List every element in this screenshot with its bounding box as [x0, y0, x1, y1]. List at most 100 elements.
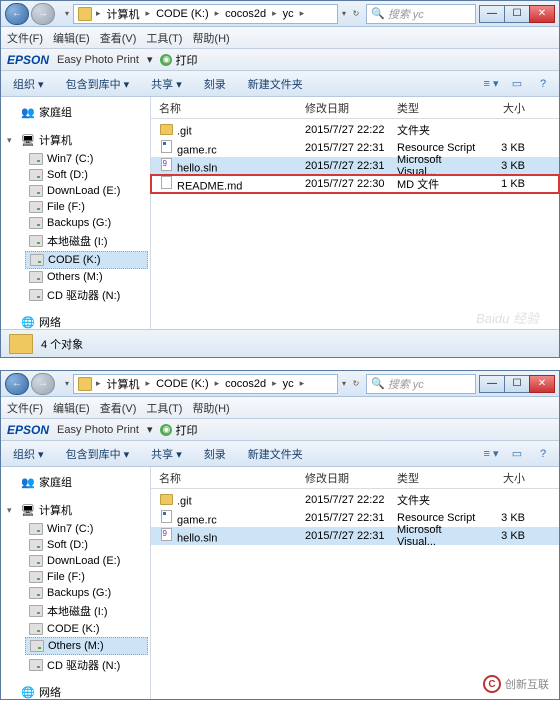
- tree-item-drive[interactable]: Win7 (C:): [25, 151, 148, 167]
- menu-item[interactable]: 工具(T): [146, 400, 182, 416]
- search-input[interactable]: 🔍搜索 yc: [366, 374, 476, 394]
- chevron-right-icon[interactable]: ▸: [144, 378, 153, 389]
- print-button[interactable]: ◉打印: [160, 52, 197, 68]
- column-header-date[interactable]: 修改日期: [305, 470, 397, 486]
- column-header-size[interactable]: 大小: [477, 470, 525, 486]
- close-button[interactable]: ✕: [529, 5, 555, 23]
- breadcrumb-part[interactable]: cocos2d: [223, 8, 268, 20]
- tree-item-drive[interactable]: File (F:): [25, 569, 148, 585]
- file-row[interactable]: .git2015/7/27 22:22文件夹: [151, 491, 559, 509]
- file-row[interactable]: game.rc2015/7/27 22:31Resource Script3 K…: [151, 139, 559, 157]
- minimize-button[interactable]: —: [479, 5, 505, 23]
- chevron-right-icon[interactable]: ▸: [298, 8, 307, 19]
- menu-item[interactable]: 帮助(H): [192, 400, 229, 416]
- tree-item-drive[interactable]: Others (M:): [25, 269, 148, 285]
- tree-item-drive[interactable]: Others (M:): [25, 637, 148, 655]
- file-row[interactable]: .git2015/7/27 22:22文件夹: [151, 121, 559, 139]
- preview-pane-icon[interactable]: ▭: [507, 75, 527, 93]
- tree-item-drive[interactable]: Win7 (C:): [25, 521, 148, 537]
- chevron-right-icon[interactable]: ▸: [94, 378, 103, 389]
- tree-item-drive[interactable]: CD 驱动器 (N:): [25, 655, 148, 675]
- help-icon[interactable]: ?: [533, 445, 553, 463]
- breadcrumb-part[interactable]: yc: [281, 8, 296, 20]
- chevron-right-icon[interactable]: ▸: [270, 378, 279, 389]
- chevron-right-icon[interactable]: ▸: [94, 8, 103, 19]
- tree-item-computer[interactable]: ▾🖥计算机: [3, 499, 148, 521]
- tree-item-drive[interactable]: 本地磁盘 (I:): [25, 601, 148, 621]
- command-item[interactable]: 共享 ▾: [145, 443, 188, 465]
- menu-item[interactable]: 查看(V): [100, 30, 137, 46]
- tree-item-network[interactable]: 🌐网络: [3, 311, 148, 329]
- breadcrumb-part[interactable]: CODE (K:): [154, 8, 211, 20]
- command-item[interactable]: 包含到库中 ▾: [60, 443, 136, 465]
- breadcrumb-part[interactable]: CODE (K:): [154, 378, 211, 390]
- tree-item-drive[interactable]: CD 驱动器 (N:): [25, 285, 148, 305]
- view-options-icon[interactable]: ≡ ▾: [481, 75, 501, 93]
- column-header-type[interactable]: 类型: [397, 470, 477, 486]
- menu-item[interactable]: 工具(T): [146, 30, 182, 46]
- chevron-right-icon[interactable]: ▸: [213, 8, 222, 19]
- menu-item[interactable]: 文件(F): [7, 400, 43, 416]
- file-row[interactable]: game.rc2015/7/27 22:31Resource Script3 K…: [151, 509, 559, 527]
- refresh-dropdown[interactable]: ▾: [338, 3, 350, 25]
- history-dropdown[interactable]: ▾: [61, 3, 73, 25]
- menu-item[interactable]: 编辑(E): [53, 400, 90, 416]
- menu-item[interactable]: 查看(V): [100, 400, 137, 416]
- back-button[interactable]: ←: [5, 373, 29, 395]
- tree-item-network[interactable]: 🌐网络: [3, 681, 148, 699]
- tree-item-drive[interactable]: DownLoad (E:): [25, 553, 148, 569]
- chevron-right-icon[interactable]: ▸: [144, 8, 153, 19]
- refresh-button[interactable]: ↻: [350, 3, 362, 25]
- tree-item-drive[interactable]: CODE (K:): [25, 621, 148, 637]
- print-button[interactable]: ◉打印: [160, 422, 197, 438]
- tree-item-homegroup[interactable]: 👥家庭组: [3, 101, 148, 123]
- tree-item-drive[interactable]: 本地磁盘 (I:): [25, 231, 148, 251]
- forward-button[interactable]: →: [31, 373, 55, 395]
- tree-item-drive[interactable]: Soft (D:): [25, 537, 148, 553]
- maximize-button[interactable]: ☐: [504, 375, 530, 393]
- refresh-dropdown[interactable]: ▾: [338, 373, 350, 395]
- history-dropdown[interactable]: ▾: [61, 373, 73, 395]
- tree-item-drive[interactable]: Backups (G:): [25, 215, 148, 231]
- command-item[interactable]: 包含到库中 ▾: [60, 73, 136, 95]
- file-row[interactable]: README.md2015/7/27 22:30MD 文件1 KB: [151, 175, 559, 193]
- forward-button[interactable]: →: [31, 3, 55, 25]
- minimize-button[interactable]: —: [479, 375, 505, 393]
- tree-item-computer[interactable]: ▾🖥计算机: [3, 129, 148, 151]
- column-header-name[interactable]: 名称: [155, 470, 305, 486]
- file-row[interactable]: hello.sln2015/7/27 22:31Microsoft Visual…: [151, 157, 559, 175]
- column-header-size[interactable]: 大小: [477, 100, 525, 116]
- tree-item-drive[interactable]: CODE (K:): [25, 251, 148, 269]
- breadcrumb-part[interactable]: yc: [281, 378, 296, 390]
- expander-icon[interactable]: ▾: [7, 505, 17, 516]
- chevron-right-icon[interactable]: ▸: [270, 8, 279, 19]
- refresh-button[interactable]: ↻: [350, 373, 362, 395]
- chevron-right-icon[interactable]: ▸: [213, 378, 222, 389]
- menu-item[interactable]: 文件(F): [7, 30, 43, 46]
- close-button[interactable]: ✕: [529, 375, 555, 393]
- column-header-date[interactable]: 修改日期: [305, 100, 397, 116]
- command-item[interactable]: 刻录: [198, 73, 232, 95]
- preview-pane-icon[interactable]: ▭: [507, 445, 527, 463]
- breadcrumb-part[interactable]: cocos2d: [223, 378, 268, 390]
- help-icon[interactable]: ?: [533, 75, 553, 93]
- tree-item-drive[interactable]: Soft (D:): [25, 167, 148, 183]
- chevron-right-icon[interactable]: ▸: [298, 378, 307, 389]
- menu-item[interactable]: 编辑(E): [53, 30, 90, 46]
- back-button[interactable]: ←: [5, 3, 29, 25]
- command-item[interactable]: 刻录: [198, 443, 232, 465]
- expander-icon[interactable]: ▾: [7, 135, 17, 146]
- breadcrumb-part[interactable]: 计算机: [105, 376, 142, 392]
- tree-item-drive[interactable]: Backups (G:): [25, 585, 148, 601]
- command-item[interactable]: 组织 ▾: [7, 443, 50, 465]
- menu-item[interactable]: 帮助(H): [192, 30, 229, 46]
- command-item[interactable]: 新建文件夹: [242, 73, 309, 95]
- tree-item-drive[interactable]: File (F:): [25, 199, 148, 215]
- maximize-button[interactable]: ☐: [504, 5, 530, 23]
- tree-item-homegroup[interactable]: 👥家庭组: [3, 471, 148, 493]
- column-header-type[interactable]: 类型: [397, 100, 477, 116]
- command-item[interactable]: 组织 ▾: [7, 73, 50, 95]
- breadcrumb[interactable]: ▸计算机▸CODE (K:)▸cocos2d▸yc▸: [73, 374, 338, 394]
- command-item[interactable]: 新建文件夹: [242, 443, 309, 465]
- file-row[interactable]: hello.sln2015/7/27 22:31Microsoft Visual…: [151, 527, 559, 545]
